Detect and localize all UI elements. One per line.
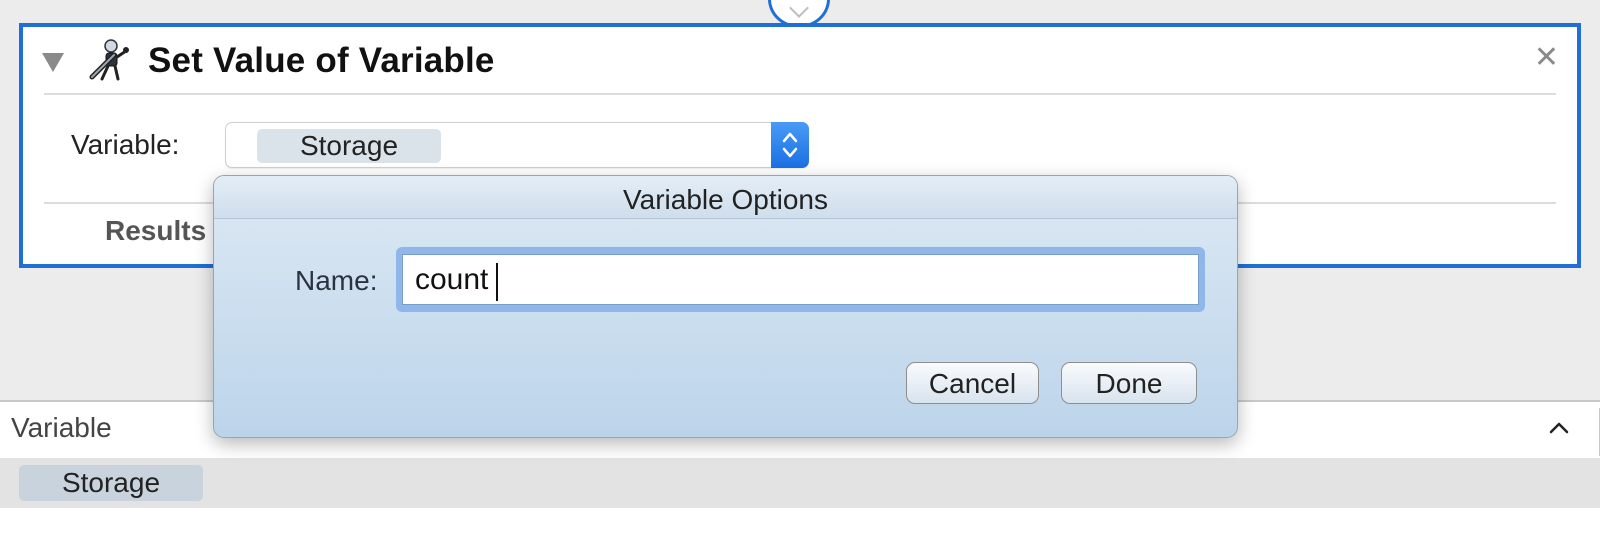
action-title: Set Value of Variable bbox=[148, 41, 495, 80]
automator-robot-icon bbox=[89, 39, 129, 81]
connector-arrow-icon bbox=[789, 0, 809, 18]
chevron-up-icon[interactable] bbox=[1548, 420, 1570, 436]
automator-workflow-canvas: Set Value of Variable ✕ Variable: Storag… bbox=[0, 0, 1600, 534]
cancel-button[interactable]: Cancel bbox=[906, 362, 1039, 404]
header-divider bbox=[44, 93, 1556, 95]
results-label[interactable]: Results bbox=[105, 215, 206, 247]
variable-list-row[interactable]: Storage bbox=[0, 458, 1600, 508]
text-caret bbox=[496, 263, 498, 301]
variable-options-popover: Variable Options Name: Cancel Done bbox=[213, 175, 1238, 438]
variable-label: Variable: bbox=[71, 129, 180, 160]
close-icon[interactable]: ✕ bbox=[1534, 43, 1559, 73]
name-field-focus-ring bbox=[396, 247, 1205, 312]
disclosure-triangle-icon[interactable] bbox=[42, 53, 64, 72]
popup-stepper[interactable] bbox=[771, 122, 809, 168]
name-input[interactable] bbox=[402, 254, 1199, 305]
variable-popup-button[interactable]: Storage bbox=[225, 122, 809, 168]
up-down-chevron-icon bbox=[782, 132, 798, 158]
variable-token[interactable]: Storage bbox=[19, 465, 203, 501]
variables-column-header[interactable]: Variable bbox=[11, 412, 112, 444]
popover-titlebar: Variable Options bbox=[214, 176, 1237, 219]
name-label: Name: bbox=[295, 265, 378, 296]
variable-token: Storage bbox=[257, 129, 441, 163]
done-button[interactable]: Done bbox=[1061, 362, 1197, 404]
popover-title: Variable Options bbox=[623, 184, 828, 215]
